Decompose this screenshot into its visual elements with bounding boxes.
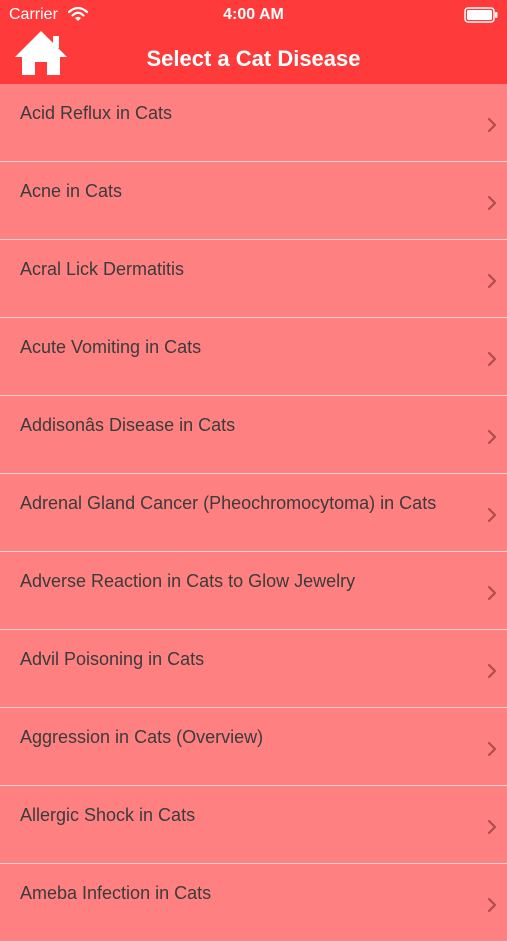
disease-list-item[interactable]: Aggression in Cats (Overview)	[0, 708, 507, 786]
disease-name: Acral Lick Dermatitis	[20, 259, 185, 279]
disease-name: Adrenal Gland Cancer (Pheochromocytoma) …	[20, 493, 437, 513]
disease-list: Acid Reflux in Cats Acne in Cats Acral Lic…	[0, 84, 507, 942]
disease-list-item[interactable]: Addisonâs Disease in Cats	[0, 396, 507, 474]
chevron-right-icon	[487, 273, 497, 289]
disease-list-item[interactable]: Allergic Shock in Cats	[0, 786, 507, 864]
disease-name: Acid Reflux in Cats	[20, 103, 173, 123]
status-bar: Carrier 4:00 AM	[0, 0, 507, 30]
chevron-right-icon	[487, 741, 497, 757]
chevron-right-icon	[487, 117, 497, 133]
disease-name: Acne in Cats	[20, 181, 123, 201]
disease-list-item[interactable]: Adverse Reaction in Cats to Glow Jewelry	[0, 552, 507, 630]
disease-list-item[interactable]: Acral Lick Dermatitis	[0, 240, 507, 318]
disease-name: Advil Poisoning in Cats	[20, 649, 205, 669]
status-time: 4:00 AM	[223, 6, 284, 23]
navigation-bar: Select a Cat Disease	[0, 30, 507, 84]
top-bar: Carrier 4:00 AM Select a Cat Disease	[0, 0, 507, 84]
chevron-right-icon	[487, 195, 497, 211]
chevron-right-icon	[487, 507, 497, 523]
disease-name: Addisonâs Disease in Cats	[20, 415, 236, 435]
battery-icon	[464, 7, 498, 23]
disease-list-item[interactable]: Acne in Cats	[0, 162, 507, 240]
disease-list-item[interactable]: Adrenal Gland Cancer (Pheochromocytoma) …	[0, 474, 507, 552]
page-title: Select a Cat Disease	[146, 46, 361, 71]
disease-name: Ameba Infection in Cats	[20, 883, 212, 903]
disease-list-item[interactable]: Acid Reflux in Cats	[0, 84, 507, 162]
chevron-right-icon	[487, 429, 497, 445]
disease-list-item[interactable]: Acute Vomiting in Cats	[0, 318, 507, 396]
chevron-right-icon	[487, 897, 497, 913]
chevron-right-icon	[487, 663, 497, 679]
disease-list-item[interactable]: Advil Poisoning in Cats	[0, 630, 507, 708]
disease-name: Adverse Reaction in Cats to Glow Jewelry	[20, 571, 356, 591]
chevron-right-icon	[487, 585, 497, 601]
disease-name: Acute Vomiting in Cats	[20, 337, 202, 357]
chevron-right-icon	[487, 819, 497, 835]
disease-name: Aggression in Cats (Overview)	[20, 727, 264, 747]
disease-name: Allergic Shock in Cats	[20, 805, 196, 825]
chevron-right-icon	[487, 351, 497, 367]
disease-list-item[interactable]: Ameba Infection in Cats	[0, 864, 507, 942]
